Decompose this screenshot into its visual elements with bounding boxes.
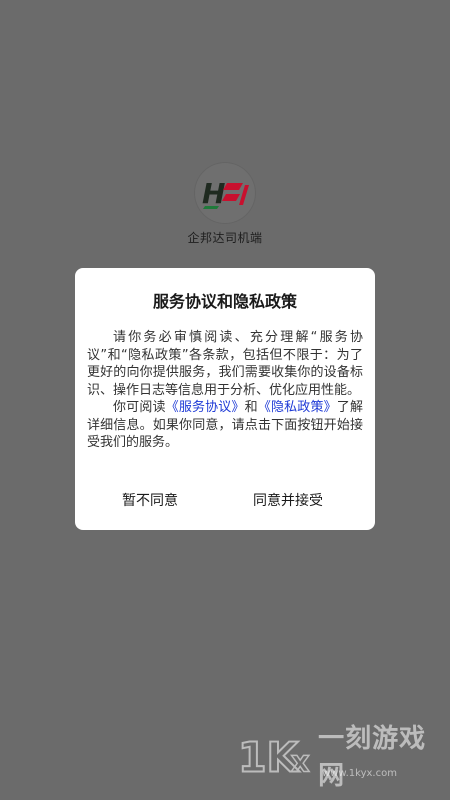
service-agreement-link[interactable]: 《服务协议》	[166, 400, 245, 415]
accept-button[interactable]: 同意并接受	[253, 490, 323, 510]
watermark-brand: 一刻游戏网	[318, 724, 427, 791]
watermark-logo-icon: 1K x	[238, 733, 310, 778]
dialog-title: 服务协议和隐私政策	[152, 292, 297, 311]
svg-text:x: x	[291, 745, 310, 778]
dialog-paragraph-2: 你可阅读《服务协议》和《隐私政策》了解详细信息。如果你同意，请点击下面按钮开始接…	[87, 399, 363, 452]
svg-text:H: H	[202, 177, 225, 210]
watermark-url: www.1kyx.com	[322, 768, 397, 779]
app-logo-icon: H	[202, 177, 249, 210]
dialog-paragraph-1: 请你务必审慎阅读、充分理解“服务协议”和“隐私政策”各条款，包括但不限于：为了更…	[87, 330, 363, 398]
decline-button[interactable]: 暂不同意	[122, 490, 178, 510]
dialog-body: 请你务必审慎阅读、充分理解“服务协议”和“隐私政策”各条款，包括但不限于：为了更…	[87, 329, 363, 452]
privacy-dialog: 服务协议和隐私政策 请你务必审慎阅读、充分理解“服务协议”和“隐私政策”各条款，…	[75, 268, 375, 530]
app-logo: H	[195, 163, 255, 223]
paragraph-2-and: 和	[244, 400, 258, 415]
privacy-policy-link[interactable]: 《隐私政策》	[258, 400, 337, 415]
app-name-label: 企邦达司机端	[187, 231, 263, 245]
paragraph-2-prefix: 你可阅读	[113, 400, 166, 415]
app-screen: H 企邦达司机端 服务协议和隐私政策 请你务必审慎阅读、充分理解“服务协议”和“…	[0, 0, 450, 800]
